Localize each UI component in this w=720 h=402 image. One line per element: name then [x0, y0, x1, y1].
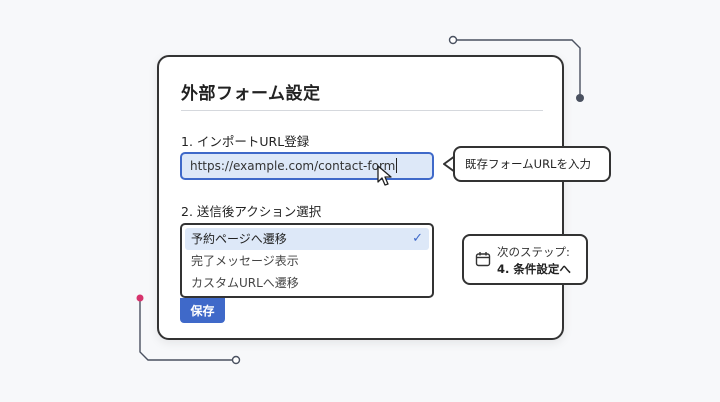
option-label: 完了メッセージ表示: [191, 254, 299, 268]
option-label: カスタムURLへ遷移: [191, 276, 299, 290]
next-step-value: 4. 条件設定へ: [497, 262, 571, 276]
mouse-pointer-icon: [377, 165, 392, 186]
option-reservation-page[interactable]: 予約ページへ遷移 ✓: [185, 228, 429, 250]
import-url-input[interactable]: https://example.com/contact-form: [180, 152, 434, 180]
save-button[interactable]: 保存: [180, 298, 225, 323]
deco-node-top: [448, 35, 458, 45]
text-caret: [396, 158, 398, 173]
deco-dot-pink: [136, 294, 144, 302]
option-label: 予約ページへ遷移: [191, 232, 287, 246]
step2-label: 2. 送信後アクション選択: [181, 204, 322, 219]
url-hint-tooltip: 既存フォームURLを入力: [453, 146, 611, 182]
next-step-card: 次のステップ: 4. 条件設定へ: [462, 234, 588, 285]
url-value: https://example.com/contact-form: [190, 159, 396, 173]
calendar-icon: [475, 252, 491, 267]
option-complete-message[interactable]: 完了メッセージ表示: [185, 250, 429, 272]
deco-dot-right: [576, 94, 584, 102]
form-settings-card: 外部フォーム設定 1. インポートURL登録 https://example.c…: [157, 55, 564, 340]
tooltip-text: 既存フォームURLを入力: [465, 157, 591, 171]
deco-node-bottom: [231, 355, 241, 365]
action-select-list[interactable]: 予約ページへ遷移 ✓ 完了メッセージ表示 カスタムURLへ遷移: [180, 223, 434, 298]
step1-label: 1. インポートURL登録: [181, 134, 310, 149]
option-custom-url[interactable]: カスタムURLへ遷移: [185, 272, 429, 294]
check-icon: ✓: [412, 231, 423, 246]
next-step-label: 次のステップ:: [497, 245, 570, 259]
page-title: 外部フォーム設定: [181, 84, 321, 104]
title-divider: [181, 110, 543, 111]
